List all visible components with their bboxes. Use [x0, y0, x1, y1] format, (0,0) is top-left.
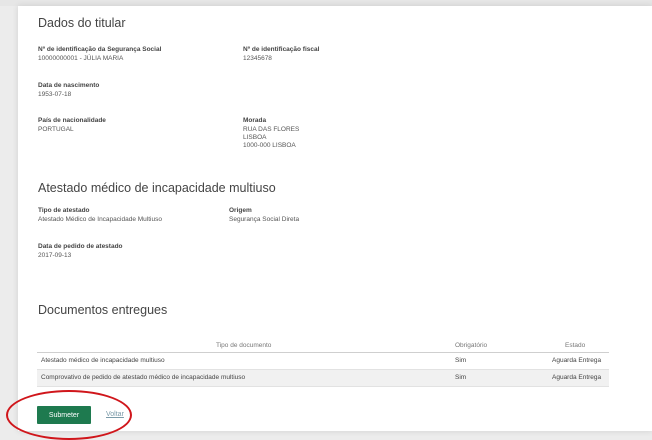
address-label: Morada — [243, 117, 267, 124]
mandatory-cell: Sim — [455, 357, 467, 364]
status-cell: Aguarda Entrega — [552, 374, 602, 381]
documents-section-title: Documentos entregues — [38, 303, 168, 317]
column-header-mandatory: Obrigatório — [455, 342, 488, 349]
column-header-status: Estado — [565, 342, 586, 349]
table-row: Atestado médico de incapacidade multiuso… — [37, 353, 609, 370]
documents-table: Tipo de documento Obrigatório Estado Ate… — [37, 340, 609, 387]
address-line: LISBOA — [243, 134, 267, 141]
document-type-cell: Comprovativo de pedido de atestado médic… — [41, 374, 246, 381]
mandatory-cell: Sim — [455, 374, 467, 381]
tax-id-label: Nº de identificação fiscal — [243, 46, 320, 53]
nationality-value: PORTUGAL — [38, 126, 74, 133]
request-date-value: 2017-09-13 — [38, 252, 72, 259]
nationality-label: País de nacionalidade — [38, 117, 106, 124]
address-line: 1000-000 LISBOA — [243, 142, 296, 149]
table-row: Comprovativo de pedido de atestado médic… — [37, 370, 609, 387]
birth-date-label: Data de nascimento — [38, 82, 100, 89]
column-header-document-type: Tipo de documento — [216, 342, 272, 349]
address-line: RUA DAS FLORES — [243, 126, 300, 133]
ss-id-label: Nº de identificação da Segurança Social — [38, 46, 162, 53]
tax-id-value: 12345678 — [243, 55, 272, 62]
request-date-label: Data de pedido de atestado — [38, 243, 123, 250]
status-cell: Aguarda Entrega — [552, 357, 602, 364]
holder-section-title: Dados do titular — [38, 16, 126, 30]
origin-value: Segurança Social Direta — [229, 216, 300, 223]
table-header: Tipo de documento Obrigatório Estado — [37, 340, 609, 353]
birth-date-value: 1953-07-18 — [38, 91, 72, 98]
highlight-annotation-ellipse — [6, 390, 132, 440]
certificate-section-title: Atestado médico de incapacidade multiuso — [38, 181, 276, 195]
origin-label: Origem — [229, 207, 252, 214]
certificate-type-label: Tipo de atestado — [38, 207, 90, 214]
document-type-cell: Atestado médico de incapacidade multiuso — [41, 357, 165, 364]
ss-id-value: 10000000001 - JÚLIA MARIA — [38, 55, 124, 62]
address-value: RUA DAS FLORES LISBOA 1000-000 LISBOA — [243, 126, 299, 150]
certificate-type-value: Atestado Médico de Incapacidade Multiuso — [38, 216, 162, 223]
